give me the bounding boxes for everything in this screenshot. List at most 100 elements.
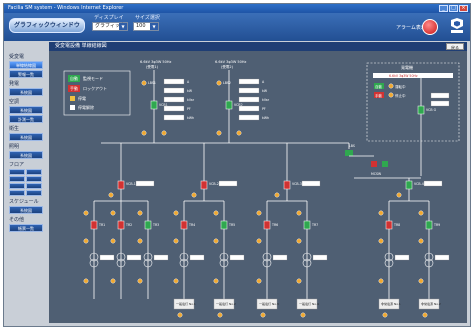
meter-icon[interactable] bbox=[177, 312, 183, 318]
size-select[interactable]: 100 ▼ bbox=[133, 22, 159, 31]
value-box bbox=[423, 180, 443, 187]
meter-icon[interactable] bbox=[173, 210, 179, 216]
meter-icon[interactable] bbox=[382, 312, 388, 318]
legend-manual-label: 手動 bbox=[70, 85, 78, 91]
breaker-icon[interactable] bbox=[117, 180, 125, 190]
floor-button[interactable] bbox=[9, 169, 25, 175]
sidebar-item-hvac-measure[interactable]: 計測一覧 bbox=[9, 115, 43, 123]
meter-icon[interactable] bbox=[141, 80, 147, 86]
meter-icon[interactable] bbox=[378, 210, 384, 216]
sidebar-item-generator-system[interactable]: 系統図 bbox=[9, 88, 43, 96]
floor-button[interactable] bbox=[26, 169, 42, 175]
meter-icon[interactable] bbox=[173, 238, 179, 244]
meter-icon[interactable] bbox=[191, 192, 197, 198]
sidebar-item-alarm-list[interactable]: 警報一覧 bbox=[9, 70, 43, 78]
sidebar-item-sanitary-system[interactable]: 系統図 bbox=[9, 133, 43, 141]
sidebar-item-schedule-system[interactable]: 系統図 bbox=[9, 206, 43, 214]
meter-icon[interactable] bbox=[422, 312, 428, 318]
floor-button[interactable] bbox=[9, 190, 25, 196]
floor-button[interactable] bbox=[26, 176, 42, 182]
breaker-icon[interactable] bbox=[225, 100, 233, 110]
floor-button[interactable] bbox=[9, 176, 25, 182]
lbs-label: LBS2 bbox=[223, 81, 231, 85]
meter-icon[interactable] bbox=[296, 238, 302, 244]
meter-icon[interactable] bbox=[418, 278, 424, 284]
meter-icon[interactable] bbox=[256, 278, 262, 284]
meter-icon[interactable] bbox=[388, 83, 394, 89]
meter-icon[interactable] bbox=[300, 312, 306, 318]
breaker-icon[interactable] bbox=[385, 220, 393, 230]
meter-icon[interactable] bbox=[418, 210, 424, 216]
alarm-lamp-icon[interactable] bbox=[422, 19, 438, 35]
meter-icon[interactable] bbox=[396, 192, 402, 198]
meter-icon[interactable] bbox=[137, 210, 143, 216]
meter-icon[interactable] bbox=[173, 278, 179, 284]
meter-icon[interactable] bbox=[108, 192, 114, 198]
chevron-down-icon[interactable]: ▼ bbox=[150, 23, 158, 30]
meter-icon[interactable] bbox=[110, 238, 116, 244]
meter-icon[interactable] bbox=[256, 210, 262, 216]
meter-icon[interactable] bbox=[260, 312, 266, 318]
meter-icon[interactable] bbox=[274, 192, 280, 198]
meter-icon[interactable] bbox=[161, 130, 167, 136]
maximize-button[interactable]: □ bbox=[449, 5, 458, 12]
graphic-window-button[interactable]: グラフィックウィンドウ bbox=[9, 18, 85, 33]
meter-icon[interactable] bbox=[83, 278, 89, 284]
breaker-icon[interactable] bbox=[180, 220, 188, 230]
floor-button[interactable] bbox=[26, 190, 42, 196]
meter-icon[interactable] bbox=[418, 238, 424, 244]
meter-icon[interactable] bbox=[137, 278, 143, 284]
meter-icon[interactable] bbox=[83, 238, 89, 244]
meter-icon[interactable] bbox=[236, 130, 242, 136]
breaker-icon[interactable] bbox=[405, 180, 413, 190]
breaker-icon[interactable] bbox=[303, 220, 311, 230]
load-label: 一般電灯 No.2 bbox=[216, 301, 236, 306]
mc-switch-open-icon[interactable] bbox=[371, 161, 377, 167]
meter-icon[interactable] bbox=[296, 210, 302, 216]
sidebar-item-single-line[interactable]: 単線結線図 bbox=[9, 61, 43, 69]
breaker-icon[interactable] bbox=[283, 180, 291, 190]
close-window-button[interactable]: × bbox=[459, 5, 468, 12]
meter-icon[interactable] bbox=[378, 238, 384, 244]
meter-icon[interactable] bbox=[378, 278, 384, 284]
generator-rating: 6.6kV 3φ3W 50Hz bbox=[389, 74, 418, 78]
generator-manual-label: 手動 bbox=[375, 93, 383, 98]
meter-icon[interactable] bbox=[83, 210, 89, 216]
floor-button[interactable] bbox=[9, 183, 25, 189]
meter-icon[interactable] bbox=[216, 80, 222, 86]
sidebar-item-report-list[interactable]: 帳票一覧 bbox=[9, 224, 43, 232]
breaker-icon[interactable] bbox=[90, 220, 98, 230]
breaker-icon[interactable] bbox=[417, 105, 425, 115]
value-box bbox=[238, 78, 260, 85]
single-line-diagram-panel: 自動 監視モード 手動 ロックアウト 停電 停電解除 6.6kV 3φ3W 50… bbox=[49, 51, 467, 323]
chevron-down-icon[interactable]: ▼ bbox=[119, 23, 127, 30]
meter-icon[interactable] bbox=[296, 278, 302, 284]
breaker-icon[interactable] bbox=[117, 220, 125, 230]
breaker-icon[interactable] bbox=[220, 220, 228, 230]
display-select[interactable]: グラフィック ▼ bbox=[92, 22, 128, 31]
meter-icon[interactable] bbox=[213, 210, 219, 216]
meter-icon[interactable] bbox=[216, 130, 222, 136]
breaker-icon[interactable] bbox=[144, 220, 152, 230]
breaker-icon[interactable] bbox=[263, 220, 271, 230]
meter-icon[interactable] bbox=[213, 278, 219, 284]
sidebar-item-lighting-system[interactable]: 系統図 bbox=[9, 151, 43, 159]
mc-switch-closed-icon[interactable] bbox=[382, 161, 388, 167]
back-button[interactable]: 戻る bbox=[446, 43, 464, 50]
meter-icon[interactable] bbox=[141, 130, 147, 136]
minimize-button[interactable]: _ bbox=[439, 5, 448, 12]
meter-icon[interactable] bbox=[110, 278, 116, 284]
sidebar-item-hvac-system[interactable]: 系統図 bbox=[9, 106, 43, 114]
tie-switch-icon[interactable] bbox=[345, 150, 353, 156]
floor-button[interactable] bbox=[26, 183, 42, 189]
sidebar-group-label: フロア bbox=[9, 162, 25, 168]
meter-icon[interactable] bbox=[137, 238, 143, 244]
meter-icon[interactable] bbox=[217, 312, 223, 318]
meter-icon[interactable] bbox=[110, 210, 116, 216]
meter-icon[interactable] bbox=[256, 238, 262, 244]
meter-icon[interactable] bbox=[213, 238, 219, 244]
breaker-icon[interactable] bbox=[425, 220, 433, 230]
breaker-icon[interactable] bbox=[200, 180, 208, 190]
breaker-icon[interactable] bbox=[150, 100, 158, 110]
meter-icon[interactable] bbox=[388, 92, 394, 98]
